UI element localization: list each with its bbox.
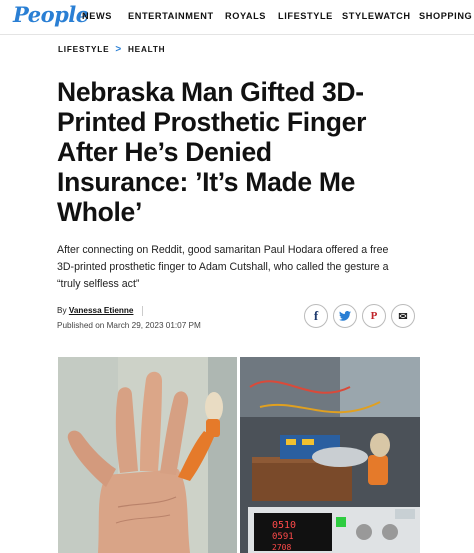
article-headline: Nebraska Man Gifted 3D- Printed Prosthet… xyxy=(57,77,427,227)
author-link[interactable]: Vanessa Etienne xyxy=(69,306,134,315)
email-icon: ✉ xyxy=(398,310,408,323)
byline-prefix: By xyxy=(57,306,67,316)
headline-line: Insurance: ’It’s Made Me xyxy=(57,167,356,197)
psu-display-power: 2708 xyxy=(272,543,291,552)
pinterest-share-button[interactable]: P xyxy=(362,304,386,328)
facebook-icon: f xyxy=(313,308,319,323)
share-bar: f P ✉ xyxy=(304,304,415,328)
headline-line: Printed Prosthetic Finger xyxy=(57,107,367,137)
top-nav: People NEWS ENTERTAINMENT ROYALS LIFESTY… xyxy=(0,0,474,35)
twitter-share-button[interactable] xyxy=(333,304,357,328)
psu-display-voltage: 0510 xyxy=(272,520,296,531)
workbench-electronics-photo: 0510 0591 2708 xyxy=(240,357,420,553)
pinterest-icon: P xyxy=(370,310,378,322)
dek-line: After connecting on Reddit, good samarit… xyxy=(57,244,389,256)
article-dek: After connecting on Reddit, good samarit… xyxy=(57,242,419,293)
breadcrumb-separator: > xyxy=(115,44,122,55)
nav-item-stylewatch[interactable]: STYLEWATCH xyxy=(342,11,411,21)
headline-line: Whole’ xyxy=(57,197,143,227)
nav-item-royals[interactable]: ROYALS xyxy=(225,11,266,21)
dek-line: “truly selfless act” xyxy=(57,278,140,290)
publish-date: Published on March 29, 2023 01:07 PM xyxy=(57,321,201,330)
headline-line: Nebraska Man Gifted 3D- xyxy=(57,77,364,107)
twitter-icon xyxy=(339,311,351,321)
workbench-illustration: 0510 0591 2708 xyxy=(240,357,420,553)
facebook-share-button[interactable]: f xyxy=(304,304,328,328)
byline-divider xyxy=(141,306,143,316)
nav-item-news[interactable]: NEWS xyxy=(82,11,112,21)
nav-item-entertainment[interactable]: ENTERTAINMENT xyxy=(128,11,214,21)
dek-line: 3D-printed prosthetic finger to Adam Cut… xyxy=(57,261,389,273)
nav-item-shopping[interactable]: SHOPPING xyxy=(419,11,472,21)
breadcrumb-lifestyle[interactable]: LIFESTYLE xyxy=(58,45,109,54)
email-share-button[interactable]: ✉ xyxy=(391,304,415,328)
people-logo[interactable]: People xyxy=(13,2,89,27)
hand-illustration xyxy=(58,357,237,553)
headline-line: After He’s Denied xyxy=(57,137,272,167)
hand-prosthetic-photo xyxy=(58,357,237,553)
breadcrumb: LIFESTYLE > HEALTH xyxy=(58,44,165,55)
nav-item-lifestyle[interactable]: LIFESTYLE xyxy=(278,11,333,21)
psu-display-current: 0591 xyxy=(272,532,294,542)
breadcrumb-health[interactable]: HEALTH xyxy=(128,45,165,54)
byline: By Vanessa Etienne xyxy=(57,306,143,316)
